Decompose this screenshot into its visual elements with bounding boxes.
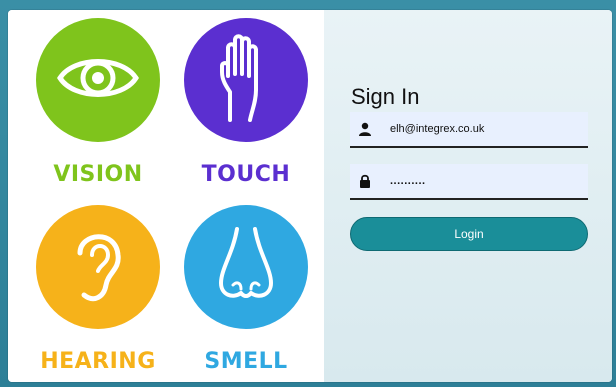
email-value: elh@integrex.co.uk [390, 123, 485, 135]
password-value: .......... [390, 175, 426, 187]
sense-smell: SMELL [176, 205, 316, 375]
sense-label-touch: TOUCH [201, 162, 291, 187]
vision-circle [36, 18, 160, 142]
hand-icon [216, 32, 276, 129]
eye-icon [56, 48, 140, 113]
user-icon [354, 119, 376, 139]
lock-icon [354, 171, 376, 191]
senses-panel: VISION TOUCH HEARING SMELL [8, 10, 324, 382]
sense-label-vision: VISION [53, 162, 143, 187]
signin-panel: Sign In elh@integrex.co.uk .......... Lo… [324, 10, 612, 382]
nose-icon [211, 223, 281, 312]
sense-vision: VISION [28, 18, 168, 188]
smell-circle [184, 205, 308, 329]
sense-touch: TOUCH [176, 18, 316, 188]
sense-label-smell: SMELL [204, 349, 288, 374]
email-field[interactable]: elh@integrex.co.uk [350, 112, 588, 148]
sense-hearing: HEARING [28, 205, 168, 375]
login-button[interactable]: Login [350, 217, 588, 251]
ear-icon [68, 223, 128, 312]
password-field[interactable]: .......... [350, 164, 588, 200]
sense-label-hearing: HEARING [40, 349, 156, 374]
signin-title: Sign In [351, 84, 420, 109]
hearing-circle [36, 205, 160, 329]
page-frame: VISION TOUCH HEARING SMELL Sign In elh@i… [8, 10, 612, 382]
touch-circle [184, 18, 308, 142]
